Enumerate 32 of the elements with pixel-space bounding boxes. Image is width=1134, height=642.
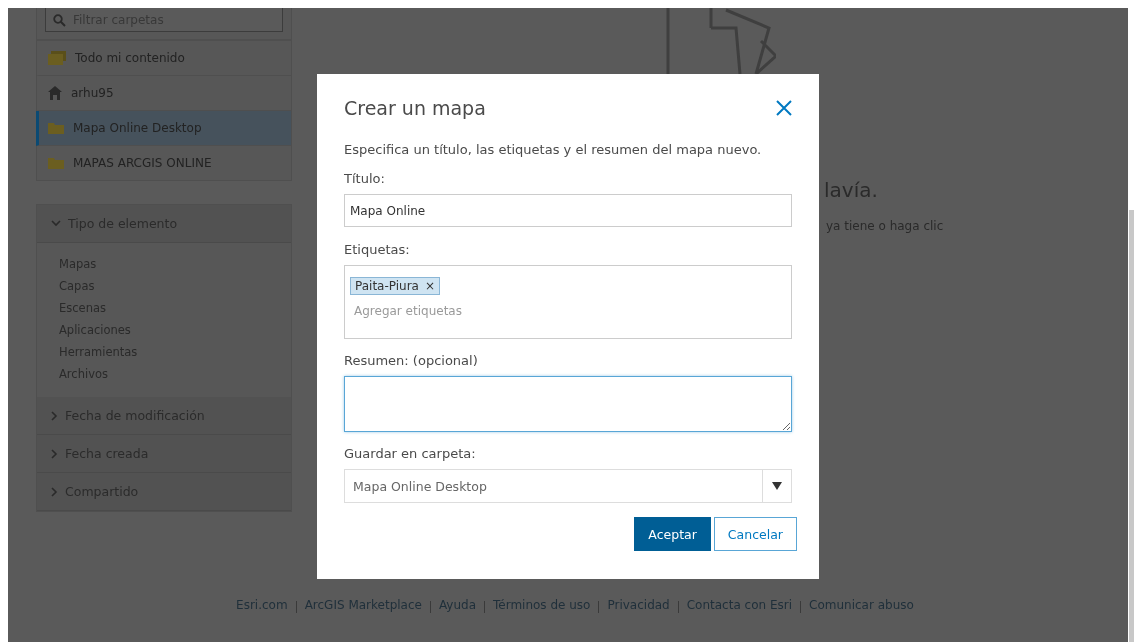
tag-chip: Paita-Piura × [350,277,441,295]
field-label: Resumen: (opcional) [344,353,479,368]
dialog-description: Especifica un título, las etiquetas y el resumen del mapa nuevo. [344,142,763,157]
folder-dropdown[interactable]: Mapa Online Desktop [344,469,792,503]
footer-link[interactable]: Comunicar abuso [809,598,914,612]
folder-icon [48,122,64,134]
folders-icon [48,51,66,65]
summary-textarea[interactable] [344,376,792,432]
dropdown-arrow-icon [772,482,782,490]
title-input[interactable]: Mapa Online [344,194,792,227]
folder-icon [48,157,64,169]
footer-link[interactable]: Contacta con Esri [686,598,793,612]
scrollbar-thumb[interactable] [1129,210,1134,642]
chevron-right-icon [51,448,58,459]
footer-link[interactable]: Privacidad [607,598,670,612]
chevron-right-icon [51,486,58,497]
close-icon[interactable] [776,100,792,116]
footer-link[interactable]: Esri.com [236,598,288,612]
cancel-button[interactable]: Cancelar [713,517,797,551]
field-label: Etiquetas: [344,242,411,257]
folder-item[interactable]: Mapa Online Desktop [36,111,291,146]
field-label: Título: [344,171,386,186]
dialog-title: Crear un mapa [344,97,486,119]
chevron-down-icon [51,220,61,227]
footer-link[interactable]: Términos de uso [493,598,591,612]
field-label: Guardar en carpeta: [344,446,477,461]
accept-button[interactable]: Aceptar [634,517,711,551]
home-icon [48,86,62,100]
chevron-right-icon [51,410,58,421]
footer-link[interactable]: Ayuda [438,598,476,612]
tags-input[interactable]: Paita-Piura × Agregar etiquetas [344,265,792,339]
footer-link[interactable]: ArcGIS Marketplace [304,598,422,612]
